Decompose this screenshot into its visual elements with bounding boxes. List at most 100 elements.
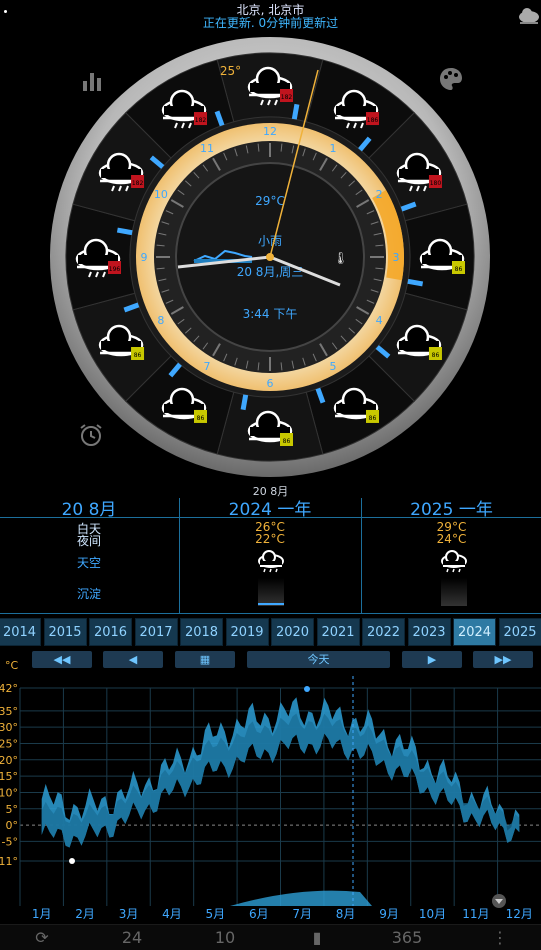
year-tab-2024[interactable]: 2024 bbox=[453, 618, 496, 646]
divider bbox=[0, 517, 541, 518]
air-quality-value: 186 bbox=[367, 117, 379, 124]
precip-mark bbox=[408, 281, 423, 284]
hour-number: 9 bbox=[141, 251, 148, 264]
year-selector: 2014201520162017201820192020202120222023… bbox=[0, 618, 541, 648]
more-icon[interactable]: ⋮ bbox=[478, 927, 522, 949]
tab-365d[interactable]: 365 bbox=[385, 927, 429, 949]
hour-number: 8 bbox=[157, 314, 164, 327]
y-tick-label: -11° bbox=[0, 855, 18, 868]
hour-number: 1 bbox=[330, 142, 337, 155]
min-point bbox=[69, 858, 75, 864]
y-tick-label: 20° bbox=[0, 754, 18, 767]
year-tab-2020[interactable]: 2020 bbox=[271, 618, 314, 646]
divider bbox=[361, 498, 362, 614]
precip-bar bbox=[441, 578, 467, 606]
precip-mark bbox=[294, 104, 297, 119]
dial-time: 3:44 下午 bbox=[243, 307, 298, 321]
tab-24h[interactable]: 24 bbox=[110, 927, 154, 949]
air-quality-value: 86 bbox=[369, 415, 377, 422]
hour-number: 5 bbox=[330, 360, 337, 373]
precip-bar bbox=[258, 578, 284, 606]
precip-area bbox=[230, 891, 372, 906]
x-tick-label: 4月 bbox=[162, 907, 182, 921]
air-quality-value: 196 bbox=[109, 266, 121, 273]
x-tick-label: 12月 bbox=[506, 907, 533, 921]
hour-temp: 25° bbox=[220, 64, 241, 78]
air-quality-value: 180 bbox=[430, 180, 442, 187]
y-tick-label: 5° bbox=[6, 803, 19, 816]
year-tab-2019[interactable]: 2019 bbox=[226, 618, 269, 646]
y-tick-label: 10° bbox=[0, 786, 18, 799]
precip-mark bbox=[117, 230, 132, 233]
rain-cloud-icon bbox=[256, 548, 286, 574]
label-night: 夜间 bbox=[0, 532, 178, 549]
thermometer-icon: 🌡 bbox=[333, 251, 348, 265]
x-tick-label: 7月 bbox=[292, 907, 312, 921]
x-tick-label: 6月 bbox=[249, 907, 269, 921]
hour-number: 4 bbox=[376, 314, 383, 327]
y-tick-label: -5° bbox=[2, 835, 18, 848]
hour-number: 3 bbox=[393, 251, 400, 264]
hour-number: 2 bbox=[376, 188, 383, 201]
x-axis: 1月 2月 3月 4月 5月 6月 7月 8月 9月 10月 11月 12月 bbox=[32, 907, 533, 921]
divider bbox=[0, 613, 541, 614]
y-tick-label: 35° bbox=[0, 705, 18, 718]
year-tab-2025[interactable]: 2025 bbox=[499, 618, 541, 646]
status-dot bbox=[4, 10, 7, 13]
col3-night-temp: 24°C bbox=[362, 532, 541, 546]
update-status: 正在更新. 0分钟前更新过 bbox=[0, 14, 541, 31]
y-tick-label: 0° bbox=[6, 819, 19, 832]
refresh-icon[interactable]: ⟳ bbox=[20, 927, 64, 949]
x-tick-label: 1月 bbox=[32, 907, 52, 921]
year-tab-2021[interactable]: 2021 bbox=[317, 618, 360, 646]
label-precip: 沉淀 bbox=[0, 585, 178, 602]
y-axis: 42°35°30°25°20°15°10°5°0°-5°-11° bbox=[0, 682, 18, 868]
hour-number: 11 bbox=[200, 142, 214, 155]
condition-text: 小雨 bbox=[258, 234, 282, 248]
x-tick-label: 3月 bbox=[119, 907, 139, 921]
year-tab-2017[interactable]: 2017 bbox=[135, 618, 178, 646]
hour-number: 12 bbox=[263, 125, 277, 138]
max-point bbox=[304, 686, 310, 692]
hour-number: 7 bbox=[204, 360, 211, 373]
air-quality-value: 182 bbox=[281, 94, 293, 101]
y-tick-label: 15° bbox=[0, 770, 18, 783]
temperature-chart[interactable]: °C 42°35°30°25°20°15°10°5°0°-5°-11° 1月2月… bbox=[0, 656, 541, 924]
y-tick-label: 42° bbox=[0, 682, 18, 695]
divider bbox=[179, 498, 180, 614]
col2-night-temp: 22°C bbox=[180, 532, 360, 546]
year-tab-2022[interactable]: 2022 bbox=[362, 618, 405, 646]
weather-clock-dial[interactable]: 18225°18624°18024°8629°8629°8629°8629°86… bbox=[0, 30, 541, 485]
rain-cloud-icon bbox=[439, 548, 469, 574]
precip-level bbox=[258, 603, 284, 605]
air-quality-value: 86 bbox=[283, 438, 291, 445]
bottom-bar: ⟳ 24 10 ▮ 365 ⋮ bbox=[0, 924, 541, 950]
air-quality-value: 86 bbox=[134, 352, 142, 359]
year-tab-2014[interactable]: 2014 bbox=[0, 618, 41, 646]
precip-mark bbox=[243, 395, 246, 410]
stats-icon[interactable]: ▮ bbox=[295, 927, 339, 949]
x-tick-label: 10月 bbox=[419, 907, 446, 921]
year-tab-2016[interactable]: 2016 bbox=[89, 618, 132, 646]
hour-number: 10 bbox=[154, 188, 168, 201]
air-quality-value: 86 bbox=[197, 415, 205, 422]
y-tick-label: 25° bbox=[0, 737, 18, 750]
current-temp: 29°C bbox=[255, 194, 285, 208]
summary-panel: 20 8月 20 8月 2024 一年 2025 一年 白天 夜间 天空 沉淀 … bbox=[0, 480, 541, 614]
x-tick-label: 5月 bbox=[206, 907, 226, 921]
x-tick-label: 2月 bbox=[75, 907, 95, 921]
year-tab-2015[interactable]: 2015 bbox=[44, 618, 87, 646]
hour-number: 6 bbox=[267, 377, 274, 390]
air-quality-value: 86 bbox=[455, 266, 463, 273]
hand-pivot bbox=[266, 253, 274, 261]
weather-cloud-icon[interactable] bbox=[518, 6, 540, 26]
tab-10d[interactable]: 10 bbox=[203, 927, 247, 949]
label-sky: 天空 bbox=[0, 554, 178, 571]
year-tab-2018[interactable]: 2018 bbox=[180, 618, 223, 646]
air-quality-value: 182 bbox=[132, 180, 144, 187]
x-tick-label: 11月 bbox=[462, 907, 489, 921]
x-tick-label: 9月 bbox=[379, 907, 399, 921]
air-quality-value: 182 bbox=[195, 117, 207, 124]
x-tick-label: 8月 bbox=[336, 907, 356, 921]
year-tab-2023[interactable]: 2023 bbox=[408, 618, 451, 646]
